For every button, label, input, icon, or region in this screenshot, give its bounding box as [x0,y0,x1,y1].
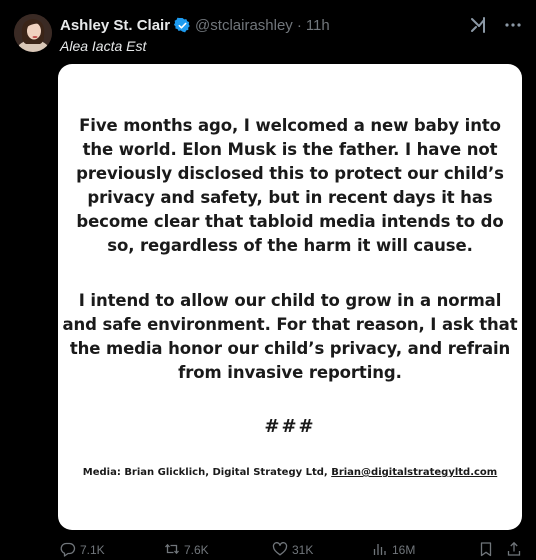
media-contact: Media: Brian Glicklich, Digital Strategy… [58,467,522,478]
avatar[interactable] [14,14,52,52]
action-bar: 7.1K 7.6K 31K 16M [60,540,522,560]
reply-count: 7.1K [80,543,105,557]
statement-image[interactable]: Five months ago, I welcomed a new baby i… [58,64,522,530]
views-count: 16M [392,543,416,557]
like-count: 31K [292,543,314,557]
media-contact-prefix: Media: Brian Glicklich, Digital Strategy… [82,467,332,478]
timestamp[interactable]: 11h [306,17,330,34]
statement-line: become clear that tabloid media intends … [76,212,504,231]
separator-dot: · [296,16,302,34]
statement-separator: ### [264,416,316,437]
repost-button[interactable]: 7.6K [164,541,209,560]
header-actions [470,16,522,34]
statement-line: so, regardless of the harm it will cause… [107,236,473,255]
share-button[interactable] [506,541,522,560]
statement-paragraph-2: I intend to allow our child to grow in a… [58,289,522,385]
bookmark-button[interactable] [478,541,494,560]
bookmark-icon [478,541,494,560]
statement-line: previously disclosed this to protect our… [76,164,504,183]
statement-line: privacy and safety, but in recent days i… [87,188,493,207]
more-icon[interactable] [504,16,522,34]
grok-icon[interactable] [470,16,488,34]
verified-badge-icon [174,17,191,34]
statement-line: Five months ago, I welcomed a new baby i… [79,116,501,135]
statement-line: the world. Elon Musk is the father. I ha… [82,140,498,159]
like-button[interactable]: 31K [272,541,313,560]
tweet-text: Alea Iacta Est [60,38,147,54]
repost-count: 7.6K [184,543,209,557]
statement-line: the media honor our child’s privacy, and… [69,339,511,358]
statement-line: from invasive reporting. [178,363,402,382]
views-icon [372,541,388,560]
handle[interactable]: @stclairashley [195,17,293,34]
repost-icon [164,541,180,560]
reply-icon [60,541,76,560]
display-name[interactable]: Ashley St. Clair [60,17,170,34]
statement-paragraph-1: Five months ago, I welcomed a new baby i… [58,114,522,258]
tweet-header: Ashley St. Clair @stclairashley · 11h [60,14,522,36]
like-icon [272,541,288,560]
media-contact-email: Brian@digitalstrategyltd.com [331,467,498,478]
reply-button[interactable]: 7.1K [60,541,105,560]
statement-line: I intend to allow our child to grow in a… [78,291,502,310]
views-button[interactable]: 16M [372,541,415,560]
tweet[interactable]: Ashley St. Clair @stclairashley · 11h Al… [0,0,536,560]
statement-line: and safe environment. For that reason, I… [62,315,518,334]
share-icon [506,541,522,560]
